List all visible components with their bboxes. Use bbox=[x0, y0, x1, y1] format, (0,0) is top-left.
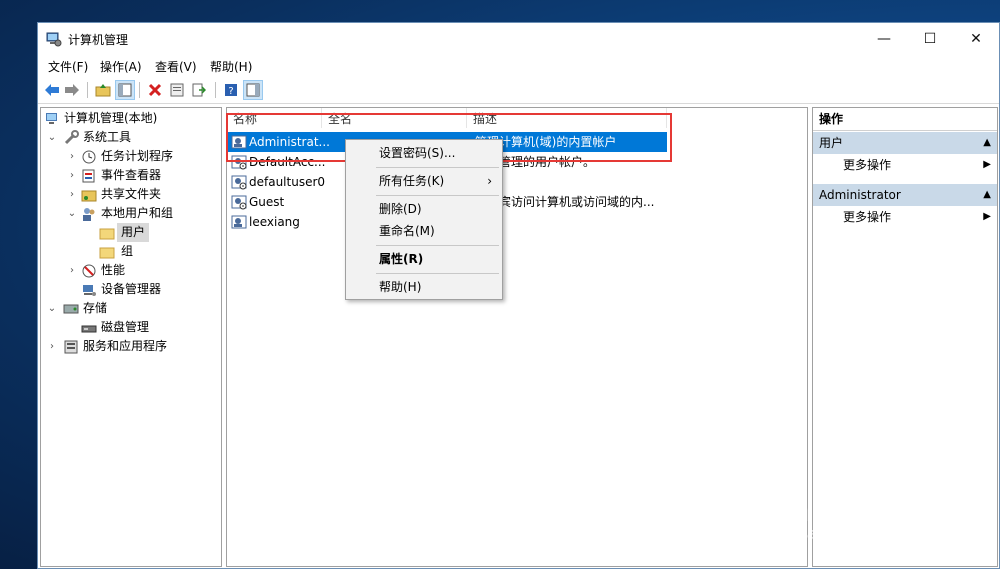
up-folder-icon[interactable] bbox=[93, 80, 113, 100]
computer-management-icon bbox=[46, 113, 57, 124]
menu-file[interactable]: 文件(F) bbox=[48, 58, 88, 75]
chevron-right-icon[interactable]: › bbox=[47, 337, 57, 356]
tree-label: 系统工具 bbox=[83, 130, 132, 144]
baidu-watermark: Bai du 经验 jingyan.baidu.com bbox=[760, 452, 990, 552]
menu-view[interactable]: 查看(V) bbox=[155, 58, 197, 75]
folder-icon bbox=[99, 247, 115, 259]
tree-label: 任务计划程序 bbox=[101, 149, 174, 163]
chevron-right-icon[interactable]: › bbox=[67, 185, 77, 204]
show-hide-action-pane-icon[interactable] bbox=[243, 80, 263, 100]
folder-icon bbox=[99, 228, 115, 240]
tree-label: 计算机管理(本地) bbox=[64, 111, 158, 125]
more-actions-users[interactable]: 更多操作 ▶ bbox=[813, 154, 997, 176]
chevron-right-icon[interactable]: › bbox=[67, 166, 77, 185]
actions-section-administrator[interactable]: Administrator ▲ bbox=[813, 184, 997, 206]
actions-title: 操作 bbox=[813, 108, 997, 131]
ctx-rename[interactable]: 重命名(M) bbox=[346, 220, 502, 242]
section-label: 用户 bbox=[819, 136, 844, 150]
tree-label: 设备管理器 bbox=[101, 282, 162, 296]
event-viewer-icon bbox=[82, 169, 95, 183]
ctx-delete[interactable]: 删除(D) bbox=[346, 198, 502, 220]
users-groups-icon bbox=[83, 208, 95, 221]
maximize-button[interactable]: ☐ bbox=[907, 23, 953, 55]
more-actions-administrator[interactable]: 更多操作 ▶ bbox=[813, 206, 997, 228]
tree-label: 性能 bbox=[101, 263, 126, 277]
show-hide-tree-icon[interactable] bbox=[115, 80, 135, 100]
svg-text:?: ? bbox=[228, 86, 233, 97]
list-item-name: defaultuser0 bbox=[249, 175, 326, 189]
back-icon[interactable] bbox=[42, 80, 62, 100]
action-label: 更多操作 bbox=[843, 210, 892, 224]
ctx-label: 所有任务(K) bbox=[379, 174, 445, 188]
chevron-down-icon[interactable]: ⌄ bbox=[47, 128, 57, 147]
performance-icon bbox=[82, 264, 96, 278]
submenu-arrow-icon: ▶ bbox=[983, 159, 991, 170]
menu-separator bbox=[376, 273, 499, 274]
clock-icon bbox=[82, 150, 96, 164]
device-manager-icon bbox=[83, 285, 96, 296]
user-disabled-icon bbox=[231, 195, 247, 210]
section-label: Administrator bbox=[819, 188, 901, 202]
menu-help[interactable]: 帮助(H) bbox=[210, 58, 252, 75]
tree-label: 事件查看器 bbox=[101, 168, 162, 182]
chevron-right-icon[interactable]: › bbox=[67, 147, 77, 166]
close-button[interactable]: ✕ bbox=[953, 23, 999, 55]
list-item-name: Guest bbox=[249, 195, 285, 209]
submenu-arrow-icon: › bbox=[487, 174, 492, 188]
menu-action[interactable]: 操作(A) bbox=[100, 58, 142, 75]
computer-management-icon bbox=[46, 32, 62, 47]
menu-bar: 文件(F) 操作(A) 查看(V) 帮助(H) bbox=[38, 55, 999, 76]
toolbar-separator bbox=[215, 82, 216, 98]
list-item-name: leexiang bbox=[249, 215, 300, 229]
collapse-up-icon[interactable]: ▲ bbox=[983, 184, 991, 206]
user-disabled-icon bbox=[231, 175, 247, 190]
help-icon[interactable]: ? bbox=[221, 80, 241, 100]
context-menu: 设置密码(S)... 所有任务(K) › 删除(D) 重命名(M) 属性(R) … bbox=[345, 139, 503, 300]
tree-label: 服务和应用程序 bbox=[83, 339, 168, 353]
tree-label: 本地用户和组 bbox=[101, 206, 174, 220]
toolbar: ? bbox=[38, 77, 999, 104]
watermark-url: jingyan.baidu.com bbox=[768, 524, 916, 543]
menu-separator bbox=[376, 245, 499, 246]
ctx-all-tasks[interactable]: 所有任务(K) › bbox=[346, 170, 502, 192]
navigation-tree: 计算机管理(本地) ⌄ 系统工具 › 任务计划程序 › 事件查看器 › 共享文件… bbox=[40, 107, 222, 567]
properties-icon[interactable] bbox=[167, 80, 187, 100]
collapse-up-icon[interactable]: ▲ bbox=[983, 132, 991, 154]
menu-separator bbox=[376, 195, 499, 196]
user-list-pane: 名称 全名 描述 Administrat... 管理计算机(域)的内置帐户 De… bbox=[226, 107, 808, 567]
shared-folder-icon bbox=[81, 190, 97, 202]
disk-icon bbox=[81, 325, 97, 333]
chevron-right-icon[interactable]: › bbox=[67, 261, 77, 280]
minimize-button[interactable]: — bbox=[861, 23, 907, 55]
toolbar-separator bbox=[87, 82, 88, 98]
user-icon bbox=[231, 215, 247, 229]
title-bar[interactable]: 计算机管理 — ☐ ✕ bbox=[38, 23, 999, 55]
tree-label: 存储 bbox=[83, 301, 108, 315]
tree-label: 共享文件夹 bbox=[101, 187, 162, 201]
storage-icon bbox=[63, 304, 79, 314]
submenu-arrow-icon: ▶ bbox=[983, 211, 991, 222]
tree-label: 组 bbox=[121, 244, 134, 258]
toolbar-separator bbox=[139, 82, 140, 98]
action-label: 更多操作 bbox=[843, 158, 892, 172]
actions-section-users[interactable]: 用户 ▲ bbox=[813, 132, 997, 154]
ctx-properties[interactable]: 属性(R) bbox=[346, 248, 502, 270]
forward-icon[interactable] bbox=[62, 80, 82, 100]
tree-label: 用户 bbox=[117, 223, 150, 242]
tree-label: 磁盘管理 bbox=[101, 320, 150, 334]
tools-icon bbox=[64, 130, 79, 145]
ctx-set-password[interactable]: 设置密码(S)... bbox=[346, 142, 502, 164]
ctx-help[interactable]: 帮助(H) bbox=[346, 276, 502, 298]
services-icon bbox=[64, 340, 78, 354]
export-list-icon[interactable] bbox=[189, 80, 209, 100]
chevron-down-icon[interactable]: ⌄ bbox=[47, 299, 57, 318]
window-title: 计算机管理 bbox=[68, 33, 129, 47]
menu-separator bbox=[376, 167, 499, 168]
chevron-down-icon[interactable]: ⌄ bbox=[67, 204, 77, 223]
delete-icon[interactable] bbox=[145, 80, 165, 100]
